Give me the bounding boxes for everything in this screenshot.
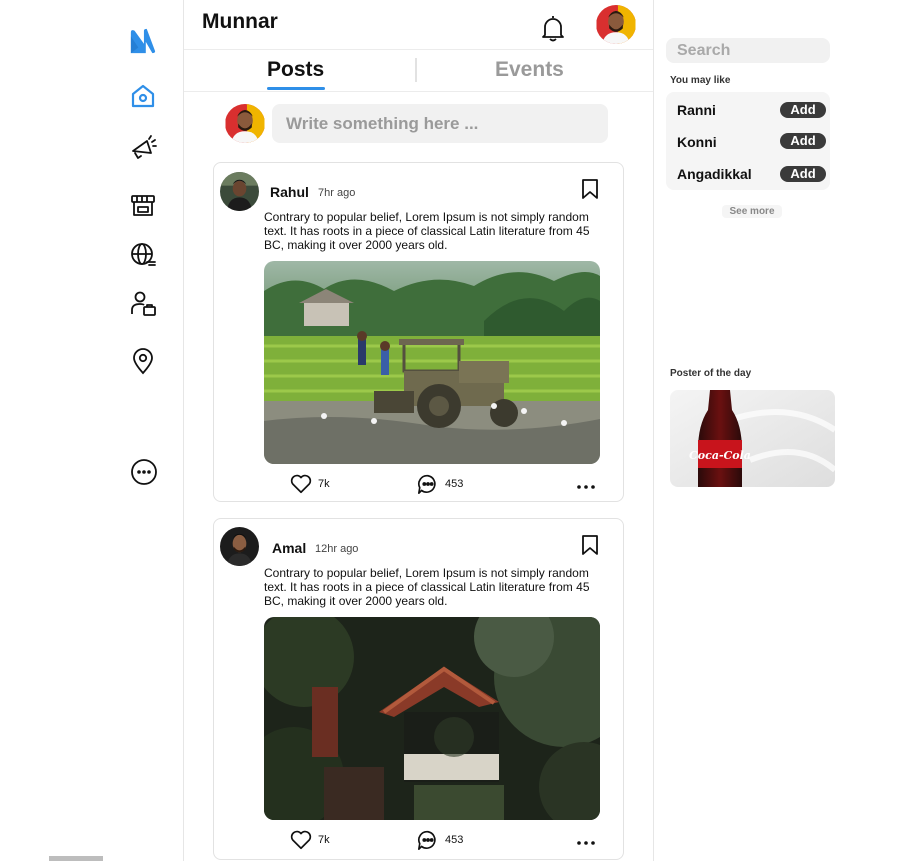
post-author-name[interactable]: Amal: [272, 540, 306, 556]
left-divider: [183, 0, 184, 861]
comment-button[interactable]: 453: [417, 473, 463, 495]
add-button[interactable]: Add: [780, 133, 826, 149]
home-icon: [131, 84, 155, 108]
post-author-name[interactable]: Rahul: [270, 184, 309, 200]
nav-explore[interactable]: [128, 239, 158, 269]
location-pin-icon: [133, 348, 153, 375]
post-image[interactable]: [264, 261, 600, 464]
tab-separator: [415, 58, 417, 82]
tab-posts[interactable]: Posts: [267, 58, 324, 82]
nav-location[interactable]: [128, 346, 158, 376]
add-button[interactable]: Add: [780, 166, 826, 182]
avatar-image: [220, 172, 259, 211]
suggestion-name[interactable]: Angadikkal: [677, 166, 752, 182]
tab-events[interactable]: Events: [495, 58, 564, 82]
like-button[interactable]: 7k: [290, 473, 330, 495]
user-briefcase-icon: [131, 291, 156, 316]
comment-icon: [418, 830, 436, 850]
see-more-button[interactable]: See more: [722, 205, 782, 218]
poster-brand-text: Coca-Cola: [689, 449, 751, 462]
post-options-icon[interactable]: [576, 839, 596, 847]
post-author-avatar[interactable]: [220, 527, 259, 566]
nav-home[interactable]: [128, 81, 158, 111]
nav-announcements[interactable]: [128, 132, 158, 162]
avatar-image: [596, 5, 636, 44]
scrollbar-thumb[interactable]: [49, 856, 103, 861]
globe-icon: [131, 243, 156, 266]
bell-icon[interactable]: [540, 14, 566, 42]
post-body: Contrary to popular belief, Lorem Ipsum …: [264, 210, 590, 252]
poster-of-the-day[interactable]: Coca-Cola: [670, 390, 835, 487]
poster-title: Poster of the day: [670, 368, 752, 379]
like-button[interactable]: 7k: [290, 829, 330, 851]
add-button[interactable]: Add: [780, 102, 826, 118]
active-tab-indicator: [267, 87, 325, 90]
compose-input[interactable]: [272, 104, 608, 143]
nav-store[interactable]: [128, 190, 158, 220]
comment-count: 453: [445, 834, 464, 846]
header-divider: [184, 49, 653, 50]
post-photo-tractor: [264, 261, 600, 464]
suggestion-name[interactable]: Konni: [677, 134, 717, 150]
suggestions-title: You may like: [670, 75, 731, 86]
poster-image: Coca-Cola: [670, 390, 835, 487]
post-body: Contrary to popular belief, Lorem Ipsum …: [264, 566, 590, 608]
user-avatar[interactable]: [596, 5, 636, 44]
avatar-image: [220, 527, 259, 566]
post-image[interactable]: [264, 617, 600, 820]
bookmark-icon[interactable]: [580, 534, 600, 556]
like-count: 7k: [318, 834, 330, 846]
post-card: Rahul 7hr ago Contrary to popular belief…: [213, 162, 624, 502]
heart-icon: [290, 474, 312, 494]
comment-count: 453: [445, 478, 464, 490]
store-icon: [131, 195, 155, 216]
suggestion-name[interactable]: Ranni: [677, 102, 716, 118]
avatar-image: [225, 104, 265, 143]
search-input[interactable]: [666, 38, 830, 63]
heart-icon: [290, 830, 312, 850]
logo-icon: [130, 28, 156, 54]
suggestions-panel: Ranni Add Konni Add Angadikkal Add: [666, 92, 830, 190]
tabs-divider: [184, 91, 653, 92]
nav-profile-jobs[interactable]: [128, 289, 158, 319]
bookmark-icon[interactable]: [580, 178, 600, 200]
post-photo-house: [264, 617, 600, 820]
right-divider: [653, 0, 654, 861]
more-icon: [131, 459, 157, 485]
post-timestamp: 7hr ago: [318, 187, 356, 199]
app-logo[interactable]: [128, 26, 158, 56]
nav-more[interactable]: [129, 457, 159, 487]
compose-avatar: [225, 104, 265, 143]
comment-icon: [418, 474, 436, 494]
post-author-avatar[interactable]: [220, 172, 259, 211]
post-options-icon[interactable]: [576, 483, 596, 491]
post-timestamp: 12hr ago: [315, 543, 359, 555]
post-card: Amal 12hr ago Contrary to popular belief…: [213, 518, 624, 860]
comment-button[interactable]: 453: [417, 829, 463, 851]
like-count: 7k: [318, 478, 330, 490]
page-title: Munnar: [202, 10, 278, 33]
megaphone-icon: [132, 135, 157, 159]
